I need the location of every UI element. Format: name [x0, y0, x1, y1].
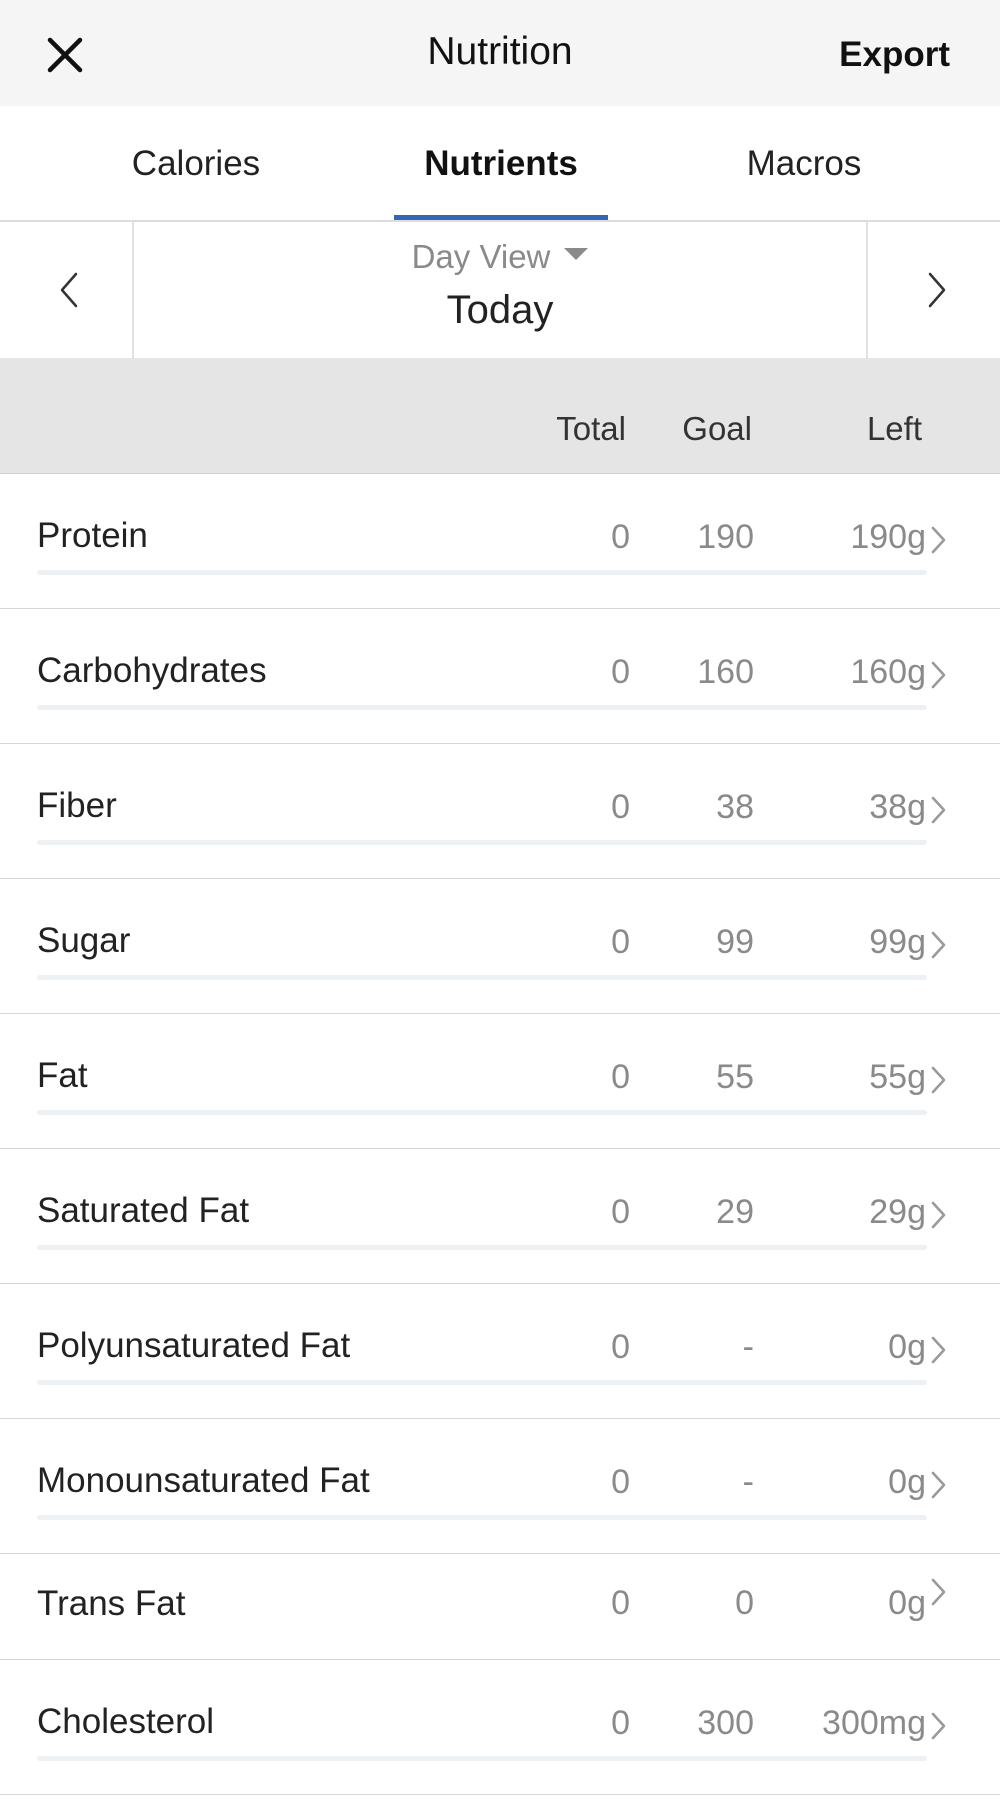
- nutrient-row[interactable]: Sugar 0 99 99g: [0, 879, 1000, 1014]
- column-header-goal: Goal: [682, 410, 752, 447]
- nutrient-name: Trans Fat: [37, 1584, 186, 1623]
- nutrient-total: 0: [611, 1328, 630, 1366]
- nutrient-name: Protein: [37, 516, 148, 555]
- nutrient-goal: 29: [716, 1193, 754, 1231]
- nutrient-left: 55g: [869, 1058, 926, 1096]
- nutrient-total: 0: [611, 1704, 630, 1742]
- nutrient-row[interactable]: Fat 0 55 55g: [0, 1014, 1000, 1149]
- tab-macros[interactable]: Macros: [674, 144, 934, 184]
- nutrient-goal: 300: [697, 1704, 754, 1742]
- nutrient-total: 0: [611, 1058, 630, 1096]
- nutrient-row[interactable]: Saturated Fat 0 29 29g: [0, 1149, 1000, 1284]
- column-header-left: Left: [866, 410, 922, 447]
- view-selector[interactable]: Day View: [0, 238, 1000, 276]
- nutrient-name: Sugar: [37, 921, 131, 960]
- nutrient-goal: 160: [697, 653, 754, 691]
- nutrient-name: Saturated Fat: [37, 1191, 250, 1230]
- current-day-label: Today: [446, 288, 554, 332]
- nutrient-row[interactable]: Trans Fat 0 0 0g: [0, 1554, 1000, 1660]
- chevron-right-icon: [931, 1471, 946, 1499]
- nutrient-row[interactable]: Cholesterol 0 300 300mg: [0, 1660, 1000, 1795]
- nutrient-total: 0: [611, 1193, 630, 1231]
- nutrient-left: 29g: [869, 1193, 926, 1231]
- nutrient-left: 99g: [869, 923, 926, 961]
- next-day-button[interactable]: [866, 222, 1000, 358]
- nutrient-left: 0g: [888, 1328, 926, 1366]
- nutrient-progress-bar: [37, 1110, 927, 1115]
- view-selector-label: Day View: [411, 238, 551, 275]
- nutrient-progress-bar: [37, 705, 927, 710]
- nutrient-progress-bar: [37, 1380, 927, 1385]
- chevron-right-icon: [931, 1578, 946, 1606]
- nutrient-total: 0: [611, 653, 630, 691]
- column-header-total: Total: [556, 410, 626, 447]
- nutrient-row[interactable]: Carbohydrates 0 160 160g: [0, 609, 1000, 744]
- top-bar: Nutrition Export: [0, 0, 1000, 106]
- nutrient-goal: 99: [716, 923, 754, 961]
- nutrient-row[interactable]: Protein 0 190 190g: [0, 474, 1000, 609]
- nutrient-left: 300mg: [822, 1704, 926, 1742]
- nutrient-left: 38g: [869, 788, 926, 826]
- chevron-right-icon: [931, 796, 946, 824]
- nutrient-name: Carbohydrates: [37, 651, 267, 690]
- nutrient-row[interactable]: Fiber 0 38 38g: [0, 744, 1000, 879]
- chevron-right-icon: [931, 661, 946, 689]
- chevron-right-icon: [931, 1712, 946, 1740]
- nutrient-progress-bar: [37, 1515, 927, 1520]
- nutrient-goal: 0: [735, 1584, 754, 1622]
- nutrient-progress-bar: [37, 975, 927, 980]
- active-tab-indicator: [394, 215, 608, 220]
- nutrient-left: 0g: [888, 1463, 926, 1501]
- nutrient-progress-bar: [37, 570, 927, 575]
- nutrient-name: Polyunsaturated Fat: [37, 1326, 351, 1365]
- nutrient-total: 0: [611, 923, 630, 961]
- tab-calories[interactable]: Calories: [66, 144, 326, 184]
- nutrient-left: 0g: [888, 1584, 926, 1622]
- nutrient-goal: 190: [697, 518, 754, 556]
- nutrient-progress-bar: [37, 1756, 927, 1761]
- chevron-right-icon: [931, 1201, 946, 1229]
- chevron-right-icon: [931, 526, 946, 554]
- nutrient-row[interactable]: Monounsaturated Fat 0 - 0g: [0, 1419, 1000, 1554]
- nutrient-total: 0: [611, 1584, 630, 1622]
- nutrient-goal: 38: [716, 788, 754, 826]
- nutrient-list: Protein 0 190 190g Carbohydrates 0 160 160g Fibe…: [0, 474, 1000, 1795]
- nutrient-total: 0: [611, 788, 630, 826]
- nutrient-name: Monounsaturated Fat: [37, 1461, 370, 1500]
- chevron-right-icon: [931, 1336, 946, 1364]
- tab-bar: Calories Nutrients Macros: [0, 106, 1000, 222]
- nutrient-total: 0: [611, 1463, 630, 1501]
- nutrient-name: Cholesterol: [37, 1702, 215, 1741]
- chevron-right-icon: [931, 931, 946, 959]
- day-navigator: Day View Today: [0, 222, 1000, 358]
- nutrient-name: Fat: [37, 1056, 88, 1095]
- nutrient-name: Fiber: [37, 786, 117, 825]
- nutrient-total: 0: [611, 518, 630, 556]
- column-header-row: Total Goal Left: [0, 358, 1000, 474]
- chevron-right-icon: [928, 272, 946, 308]
- nutrient-left: 160g: [850, 653, 926, 691]
- tab-nutrients[interactable]: Nutrients: [371, 144, 631, 184]
- export-button[interactable]: Export: [839, 35, 950, 75]
- nutrient-goal: -: [742, 1463, 754, 1501]
- nutrient-row[interactable]: Polyunsaturated Fat 0 - 0g: [0, 1284, 1000, 1419]
- nutrient-goal: -: [742, 1328, 754, 1366]
- chevron-right-icon: [931, 1066, 946, 1094]
- nutrient-left: 190g: [850, 518, 926, 556]
- nutrient-progress-bar: [37, 1245, 927, 1250]
- caret-down-icon: [564, 248, 589, 261]
- nutrient-progress-bar: [37, 840, 927, 845]
- nutrient-goal: 55: [716, 1058, 754, 1096]
